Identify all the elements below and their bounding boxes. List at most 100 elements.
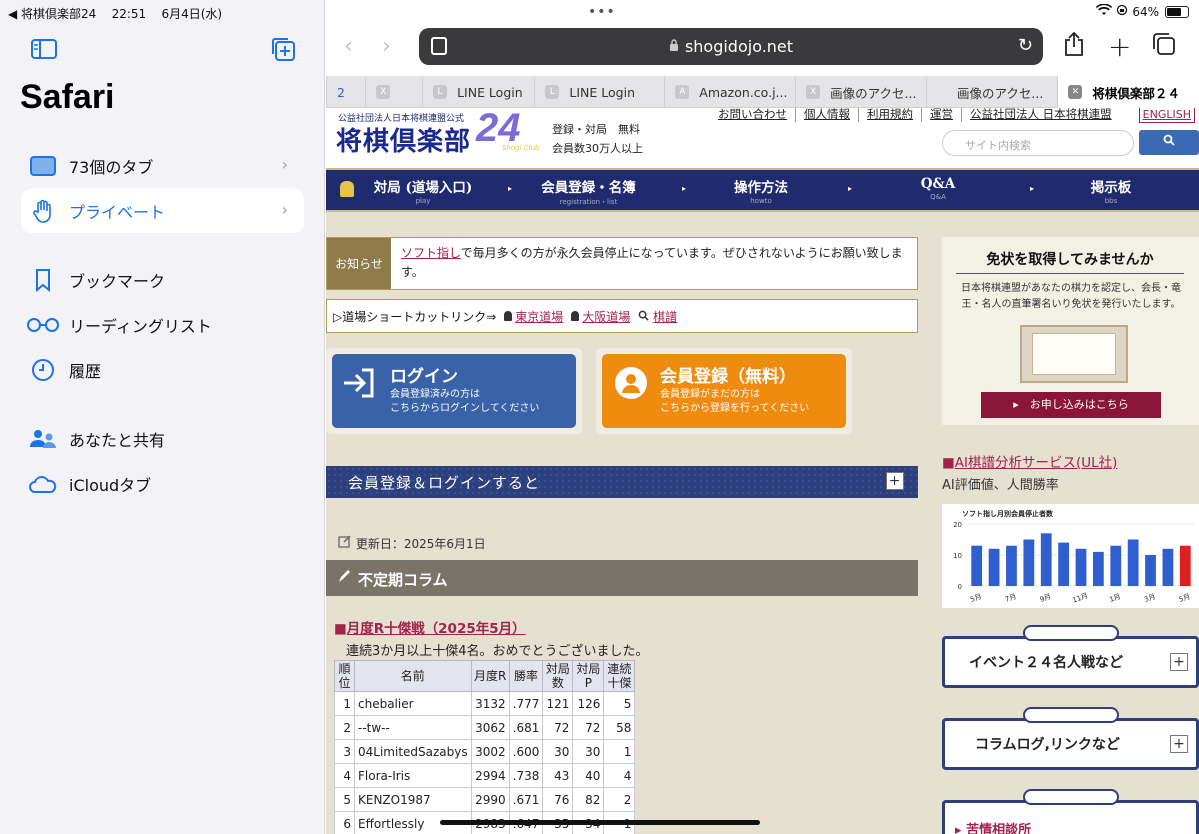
table-cell: 2: [334, 715, 355, 740]
ranking-table: 順 位 名前 月度R 勝率 対局 数 対局 P 連続 十傑 1 chebalier…: [334, 660, 636, 834]
forward-icon[interactable]: ›: [382, 34, 391, 59]
login-icon: [342, 368, 376, 402]
menjo-apply-button[interactable]: ▸ お申し込みはこちら: [981, 392, 1161, 418]
nav-play[interactable]: 対局 (道場入口) play: [368, 176, 478, 205]
chart-title: ソフト指し月別会員停止者数: [962, 509, 1054, 518]
tab-item[interactable]: X: [365, 76, 422, 108]
register-button[interactable]: 会員登録（無料） 会員登録がまだの方は こちらから登録を行ってください: [602, 354, 846, 428]
sidebar-item-icloud-tabs[interactable]: iCloudタブ: [21, 462, 304, 506]
chart-bar: [1006, 545, 1017, 586]
nav-bbs[interactable]: 掲示板 bbs: [1071, 176, 1151, 205]
chart-bar: [1092, 551, 1104, 586]
menjo-description: 日本将棋連盟があなたの棋力を認定し、会長・竜王・名人の直筆署名いり免状を発行いた…: [961, 283, 1181, 310]
tab-item[interactable]: X 画像のアクセ...: [795, 76, 926, 108]
chart-bar: [1162, 548, 1174, 586]
clip-decoration: [1023, 625, 1119, 641]
suspension-chart: ソフト指し月別会員停止者数 0 10 20 5月 7月 9月 11月 1月 3月 5月: [942, 504, 1199, 608]
chart-svg: ソフト指し月別会員停止者数 0 10 20 5月 7月 9月 11月 1月 3月 5月: [953, 509, 1194, 605]
sidebar-item-bookmarks[interactable]: ブックマーク: [21, 258, 304, 302]
share-icon[interactable]: [1064, 31, 1084, 62]
certificate-image: [1020, 325, 1128, 383]
status-date: 6月4日(水): [161, 7, 223, 21]
glasses-icon: [23, 317, 63, 333]
sidebar-item-reading-list[interactable]: リーディングリスト: [21, 303, 304, 347]
column-title: 不定期コラム: [358, 571, 448, 589]
column-log-card[interactable]: コラムログ,リンクなど +: [942, 707, 1199, 770]
back-icon[interactable]: ‹: [344, 34, 353, 59]
tokyo-dojo-link[interactable]: 東京道場: [515, 310, 563, 324]
terms-link[interactable]: 利用規約: [858, 108, 921, 122]
multitasking-dots[interactable]: •••: [588, 4, 616, 20]
table-cell: Flora-Iris: [354, 763, 472, 788]
event-card[interactable]: イベント２４名人戦など +: [942, 625, 1199, 688]
tab-item[interactable]: L LINE Login: [534, 76, 664, 108]
jsa-link[interactable]: 公益社団法人 日本将棋連盟: [961, 108, 1120, 122]
register-card: 会員登録（無料） 会員登録がまだの方は こちらから登録を行ってください: [596, 348, 852, 434]
login-card: ログイン 会員登録済みの方は こちらからログインしてください: [326, 348, 582, 434]
chart-y-tick: 20: [953, 521, 962, 529]
new-tab-icon[interactable]: +: [1108, 30, 1131, 63]
sidebar-item-history[interactable]: 履歴: [21, 348, 304, 392]
back-to-app-link[interactable]: ◀ 将棋倶楽部24: [8, 7, 96, 21]
tab-item[interactable]: A Amazon.co.j...: [664, 76, 795, 108]
tab-item-active[interactable]: ✕ 将棋倶楽部２４: [1057, 76, 1199, 108]
site-header: 公益社団法人日本将棋連盟公式 将棋倶楽部 24 Shogi Club 登録・対局…: [326, 108, 1199, 168]
url-bar[interactable]: shogidojo.net ↻: [419, 28, 1043, 65]
home-indicator[interactable]: [440, 820, 760, 825]
table-cell: 30: [542, 739, 574, 764]
login-button[interactable]: ログイン 会員登録済みの方は こちらからログインしてください: [332, 354, 576, 428]
expand-icon[interactable]: +: [1170, 735, 1188, 753]
sidebar-item-tabs[interactable]: 73個のタブ ›: [21, 144, 304, 188]
complaint-link[interactable]: 苦情相談所: [966, 823, 1031, 834]
register-sub1: 会員登録がまだの方は: [660, 389, 760, 400]
orientation-lock-icon: [1116, 4, 1128, 19]
table-row: 5 KENZO1987 2990.671 76 82 2: [334, 787, 636, 812]
tab-overview-icon[interactable]: [1152, 32, 1176, 62]
tenketsu-link[interactable]: 月度R十傑戦（2025年5月）: [347, 621, 526, 637]
site-search-button[interactable]: [1139, 130, 1199, 155]
close-tab-icon[interactable]: ✕: [1068, 85, 1083, 99]
sidebar-item-shared-with-you[interactable]: あなたと共有: [21, 417, 304, 461]
chart-y-tick: 0: [958, 583, 962, 591]
sidebar-toggle-icon[interactable]: [30, 38, 58, 64]
table-header-row: 順 位 名前 月度R 勝率 対局 数 対局 P 連続 十傑: [334, 660, 636, 692]
login-title: ログイン: [390, 367, 458, 387]
battery-percent: 64%: [1132, 4, 1159, 19]
ai-analysis-link[interactable]: AI棋譜分析サービス(UL社): [955, 455, 1118, 471]
hand-icon: [23, 199, 63, 223]
chart-x-tick: 9月: [1039, 592, 1053, 603]
favicon-icon: X: [376, 85, 391, 99]
search-icon: [1163, 134, 1175, 150]
tab-label: 画像のアクセ...: [957, 85, 1044, 101]
expand-icon[interactable]: +: [1170, 653, 1188, 671]
expand-icon[interactable]: +: [886, 472, 904, 490]
tab-item[interactable]: 2: [326, 76, 365, 108]
privacy-link[interactable]: 個人情報: [795, 108, 858, 122]
site-search-input[interactable]: サイト内検索: [942, 130, 1134, 156]
contact-link[interactable]: お問い合わせ: [710, 108, 795, 122]
kifu-link[interactable]: 棋譜: [653, 310, 677, 324]
notice-link[interactable]: ソフト指し: [401, 246, 461, 260]
nav-qa[interactable]: Q&A Q&A: [898, 176, 978, 201]
tab-item[interactable]: 画像のアクセ...: [926, 76, 1057, 108]
notice-box: お知らせ ソフト指しで毎月多くの方が永久会員停止になっています。ぜひされないよう…: [326, 237, 918, 290]
nav-howto[interactable]: 操作方法 howto: [716, 176, 806, 205]
site-logo[interactable]: 将棋倶楽部: [336, 121, 471, 158]
member-benefits-bar[interactable]: 会員登録＆ログインすると +: [326, 466, 918, 498]
reader-mode-icon[interactable]: [431, 37, 447, 55]
tab-item[interactable]: L LINE Login: [422, 76, 534, 108]
col-header: 順 位: [334, 660, 355, 692]
edit-icon: [338, 535, 356, 551]
sidebar-item-private[interactable]: プライベート ›: [21, 189, 304, 233]
notice-label: お知らせ: [327, 238, 391, 289]
chart-x-tick: 5月: [1178, 592, 1192, 603]
reload-icon[interactable]: ↻: [1018, 35, 1033, 56]
new-tab-group-icon[interactable]: [270, 36, 296, 66]
osaka-dojo-link[interactable]: 大阪道場: [582, 310, 630, 324]
nav-registration[interactable]: 会員登録・名簿 registration・list: [531, 176, 646, 207]
clock-icon: [23, 358, 63, 382]
table-cell: .777: [508, 691, 544, 716]
english-link[interactable]: ENGLISH: [1138, 108, 1195, 123]
complaint-card[interactable]: ▸ 苦情相談所: [942, 789, 1199, 834]
operation-link[interactable]: 運営: [921, 108, 961, 122]
